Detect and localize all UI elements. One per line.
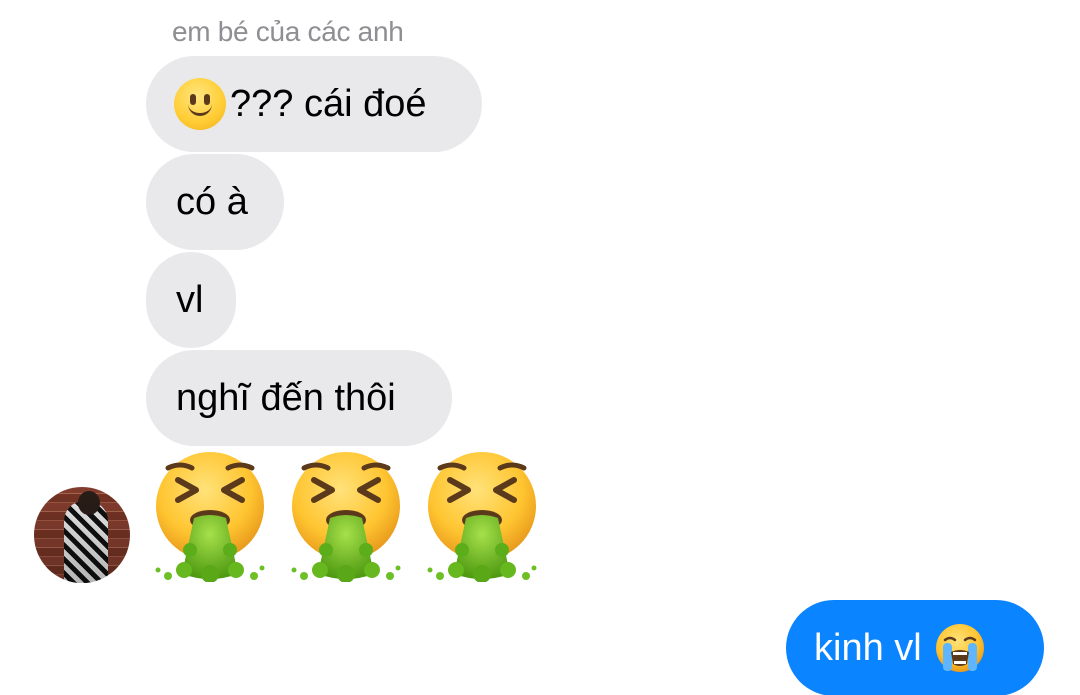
loudly-crying-face-icon bbox=[935, 624, 984, 672]
face-vomiting-icon[interactable] bbox=[422, 446, 542, 582]
outgoing-message-bubble[interactable]: kinh vl bbox=[786, 600, 1044, 695]
face-vomiting-icon[interactable] bbox=[286, 446, 406, 582]
sender-name: em bé của các anh bbox=[172, 16, 404, 47]
message-text: nghĩ đến thôi bbox=[176, 376, 396, 419]
avatar[interactable] bbox=[34, 487, 130, 583]
message-text: vl bbox=[176, 278, 204, 321]
message-text: có à bbox=[176, 180, 248, 223]
incoming-message-bubble[interactable]: vl bbox=[146, 252, 236, 348]
incoming-message-bubble[interactable]: nghĩ đến thôi bbox=[146, 350, 452, 446]
message-thread: em bé của các anh ??? cái đoé có à vl ng… bbox=[0, 0, 1080, 695]
message-text: kinh vl bbox=[814, 626, 922, 669]
incoming-message-bubble[interactable]: có à bbox=[146, 154, 284, 250]
face-vomiting-icon[interactable] bbox=[150, 446, 270, 582]
incoming-message-bubble[interactable]: ??? cái đoé bbox=[146, 56, 482, 152]
message-text: ??? cái đoé bbox=[230, 82, 427, 125]
slightly-smiling-face-icon bbox=[174, 78, 226, 130]
